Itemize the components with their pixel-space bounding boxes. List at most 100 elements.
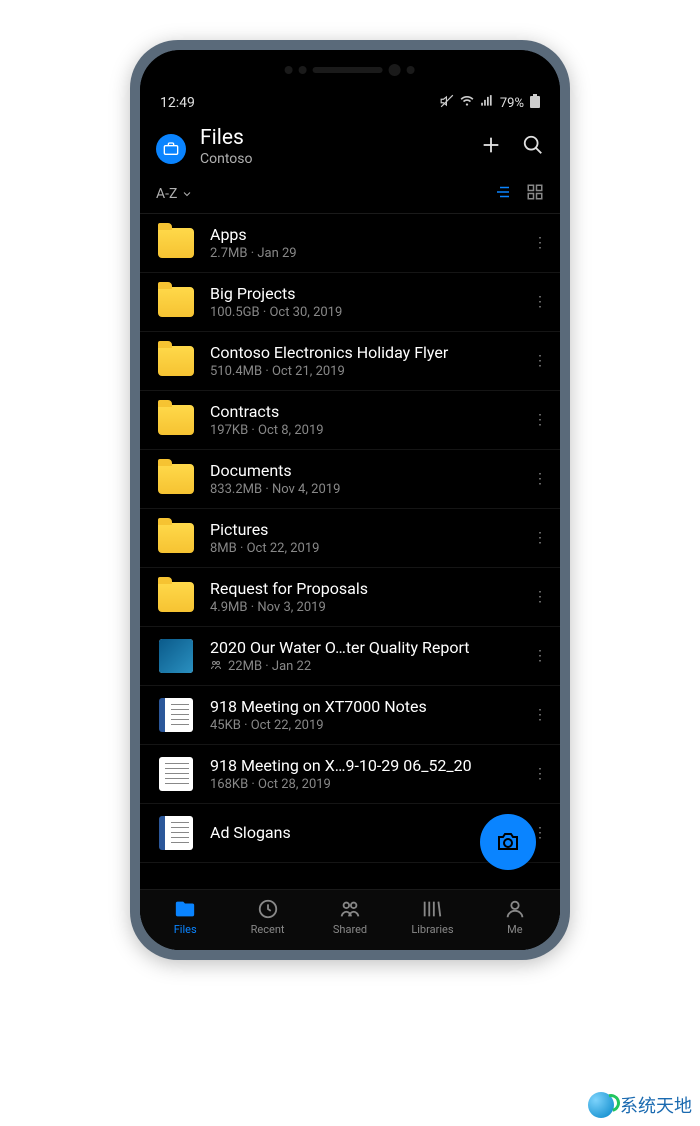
folder-icon — [156, 342, 196, 380]
phone-notch — [195, 50, 506, 90]
nav-me[interactable]: Me — [474, 898, 556, 936]
file-meta: 100.5GB · Oct 30, 2019 — [210, 305, 516, 320]
more-button[interactable]: ⋮ — [530, 536, 550, 540]
file-row[interactable]: Documents 833.2MB · Nov 4, 2019 ⋮ — [140, 450, 560, 509]
nav-label: Shared — [333, 923, 367, 936]
file-meta: 2.7MB · Jan 29 — [210, 246, 516, 261]
more-button[interactable]: ⋮ — [530, 241, 550, 245]
file-meta: 22MB · Jan 22 — [210, 659, 516, 675]
file-meta: 8MB · Oct 22, 2019 — [210, 541, 516, 556]
file-list[interactable]: Apps 2.7MB · Jan 29 ⋮ Big Projects 100.5GB ·… — [140, 214, 560, 889]
screen: 12:49 79% — [140, 50, 560, 950]
grid-view-button[interactable] — [526, 183, 544, 205]
mute-icon — [440, 94, 454, 112]
file-row[interactable]: Apps 2.7MB · Jan 29 ⋮ — [140, 214, 560, 273]
nav-label: Recent — [251, 923, 285, 936]
battery-label: 79% — [500, 96, 524, 111]
sort-button[interactable]: A-Z — [156, 186, 480, 202]
shared-icon — [339, 898, 361, 920]
file-body: Ad Slogans — [210, 823, 516, 844]
nav-files[interactable]: Files — [144, 898, 226, 936]
file-row[interactable]: 2020 Our Water O…ter Quality Report 22MB … — [140, 627, 560, 686]
folder-icon — [156, 578, 196, 616]
header: Files Contoso — [140, 120, 560, 175]
file-body: Apps 2.7MB · Jan 29 — [210, 225, 516, 261]
file-thumbnail — [156, 696, 196, 734]
more-button[interactable]: ⋮ — [530, 300, 550, 304]
file-thumbnail — [156, 637, 196, 675]
briefcase-icon[interactable] — [156, 134, 186, 164]
file-thumbnail — [156, 814, 196, 852]
file-row[interactable]: 918 Meeting on X…9-10-29 06_52_20 168KB ·… — [140, 745, 560, 804]
status-right: 79% — [440, 94, 540, 112]
file-body: Big Projects 100.5GB · Oct 30, 2019 — [210, 284, 516, 320]
nav-label: Files — [174, 923, 197, 936]
controls-bar: A-Z — [140, 175, 560, 214]
folder-icon — [156, 401, 196, 439]
nav-libraries[interactable]: Libraries — [391, 898, 473, 936]
file-body: 2020 Our Water O…ter Quality Report 22MB … — [210, 638, 516, 675]
more-button[interactable]: ⋮ — [530, 595, 550, 599]
watermark: 系统天地 — [588, 1092, 692, 1118]
file-row[interactable]: Big Projects 100.5GB · Oct 30, 2019 ⋮ — [140, 273, 560, 332]
nav-label: Libraries — [411, 923, 453, 936]
more-button[interactable]: ⋮ — [530, 772, 550, 776]
files-icon — [174, 898, 196, 920]
search-button[interactable] — [522, 134, 544, 160]
file-meta: 4.9MB · Nov 3, 2019 — [210, 600, 516, 615]
battery-icon — [530, 94, 540, 112]
page-title: Files — [200, 126, 466, 150]
file-row[interactable]: 918 Meeting on XT7000 Notes 45KB · Oct 22… — [140, 686, 560, 745]
file-body: Pictures 8MB · Oct 22, 2019 — [210, 520, 516, 556]
add-button[interactable] — [480, 134, 502, 160]
file-body: 918 Meeting on X…9-10-29 06_52_20 168KB ·… — [210, 756, 516, 792]
phone-inner: 12:49 79% — [140, 50, 560, 950]
signal-icon — [480, 94, 494, 112]
file-row[interactable]: Request for Proposals4.9MB · Nov 3, 2019… — [140, 568, 560, 627]
page-subtitle: Contoso — [200, 151, 466, 167]
file-body: Request for Proposals4.9MB · Nov 3, 2019 — [210, 579, 516, 615]
file-row[interactable]: Pictures 8MB · Oct 22, 2019 ⋮ — [140, 509, 560, 568]
nav-recent[interactable]: Recent — [226, 898, 308, 936]
file-name: Contoso Electronics Holiday Flyer — [210, 343, 516, 362]
more-button[interactable]: ⋮ — [530, 654, 550, 658]
file-body: Documents 833.2MB · Nov 4, 2019 — [210, 461, 516, 497]
list-view-button[interactable] — [494, 183, 512, 205]
file-name: Contracts — [210, 402, 516, 421]
file-meta: 168KB · Oct 28, 2019 — [210, 777, 516, 792]
file-meta: 510.4MB · Oct 21, 2019 — [210, 364, 516, 379]
globe-icon — [588, 1092, 614, 1118]
file-name: 918 Meeting on XT7000 Notes — [210, 697, 516, 716]
file-name: Ad Slogans — [210, 823, 516, 842]
camera-fab[interactable] — [480, 814, 536, 870]
folder-icon — [156, 460, 196, 498]
file-name: Pictures — [210, 520, 516, 539]
file-body: 918 Meeting on XT7000 Notes 45KB · Oct 22… — [210, 697, 516, 733]
folder-icon — [156, 283, 196, 321]
file-name: 2020 Our Water O…ter Quality Report — [210, 638, 516, 657]
libraries-icon — [421, 898, 443, 920]
more-button[interactable]: ⋮ — [530, 359, 550, 363]
file-name: Apps — [210, 225, 516, 244]
file-name: Documents — [210, 461, 516, 480]
file-meta: 45KB · Oct 22, 2019 — [210, 718, 516, 733]
chevron-down-icon — [181, 188, 193, 200]
camera-icon — [496, 830, 520, 854]
bottom-nav: Files Recent Shared Libraries Me — [140, 889, 560, 950]
file-row[interactable]: Contoso Electronics Holiday Flyer 510.4MB… — [140, 332, 560, 391]
file-body: Contracts 197KB · Oct 8, 2019 — [210, 402, 516, 438]
file-name: Big Projects — [210, 284, 516, 303]
file-meta: 833.2MB · Nov 4, 2019 — [210, 482, 516, 497]
more-button[interactable]: ⋮ — [530, 713, 550, 717]
status-bar: 12:49 79% — [140, 90, 560, 120]
nav-shared[interactable]: Shared — [309, 898, 391, 936]
person-icon — [504, 898, 526, 920]
file-row[interactable]: Contracts 197KB · Oct 8, 2019 ⋮ — [140, 391, 560, 450]
more-button[interactable]: ⋮ — [530, 477, 550, 481]
status-time: 12:49 — [160, 95, 195, 111]
clock-icon — [257, 898, 279, 920]
watermark-text: 系统天地 — [620, 1092, 692, 1118]
file-meta: 197KB · Oct 8, 2019 — [210, 423, 516, 438]
file-name: 918 Meeting on X…9-10-29 06_52_20 — [210, 756, 516, 775]
more-button[interactable]: ⋮ — [530, 418, 550, 422]
